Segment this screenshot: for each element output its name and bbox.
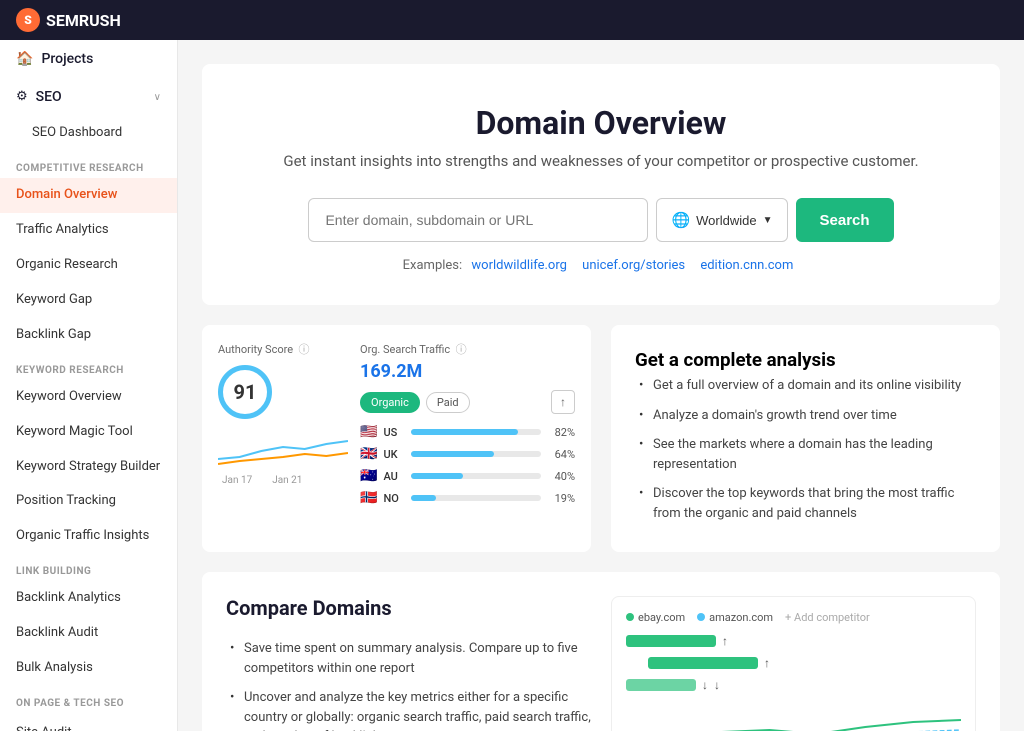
- tab-paid[interactable]: Paid: [426, 392, 470, 413]
- sidebar-cat-keyword: KEYWORD RESEARCH: [0, 353, 177, 380]
- sidebar-item-backlink-gap[interactable]: Backlink Gap: [0, 318, 177, 353]
- arrow-up-icon: ↑: [722, 634, 728, 648]
- logo-text: SEMRUSH: [46, 11, 121, 30]
- comp-row-2: ↑: [626, 656, 961, 670]
- seo-icon: ⚙: [16, 89, 28, 106]
- page-subtitle: Get instant insights into strengths and …: [242, 152, 960, 170]
- sidebar: 🏠 Projects ⚙ SEO ∨ SEO Dashboard COMPETI…: [0, 40, 178, 731]
- traffic-tab-row: Organic Paid ↑: [360, 390, 575, 414]
- domain-search-input[interactable]: [308, 198, 648, 242]
- authority-score-box: Authority Score ⓘ 91 Jan 17: [218, 341, 348, 512]
- date-labels: Jan 17 Jan 21: [218, 475, 348, 486]
- bullet-2: Analyze a domain's growth trend over tim…: [635, 401, 976, 431]
- sidebar-item-site-audit[interactable]: Site Audit ←: [0, 713, 177, 731]
- sidebar-item-keyword-magic[interactable]: Keyword Magic Tool: [0, 415, 177, 450]
- worldwide-dropdown[interactable]: 🌐 Worldwide ▼: [656, 198, 787, 242]
- domain-overview-card: Domain Overview Get instant insights int…: [202, 64, 1000, 305]
- features-section: Authority Score ⓘ 91 Jan 17: [202, 325, 1000, 552]
- sidebar-item-keyword-overview[interactable]: Keyword Overview: [0, 380, 177, 415]
- analysis-bullets: Get a full overview of a domain and its …: [635, 371, 976, 528]
- comp-row-3: ↓ ↓: [626, 678, 961, 692]
- arrow-up-icon-2: ↑: [764, 656, 770, 670]
- analysis-title: Get a complete analysis: [635, 349, 976, 371]
- logo-icon: S: [16, 8, 40, 32]
- compare-chart: [626, 702, 961, 731]
- bullet-4: Discover the top keywords that bring the…: [635, 479, 976, 528]
- arrow-down-icon: ↓: [702, 678, 708, 692]
- sidebar-item-organic-research[interactable]: Organic Research: [0, 248, 177, 283]
- compare-bullets: Save time spent on summary analysis. Com…: [226, 634, 591, 731]
- tab-organic[interactable]: Organic: [360, 392, 420, 413]
- widget-preview: Authority Score ⓘ 91 Jan 17: [202, 325, 591, 552]
- sidebar-item-traffic-analytics[interactable]: Traffic Analytics: [0, 213, 177, 248]
- org-traffic-label: Org. Search Traffic ⓘ: [360, 341, 575, 357]
- sidebar-item-organic-insights[interactable]: Organic Traffic Insights: [0, 519, 177, 554]
- comp-row-1: ↑: [626, 634, 961, 648]
- country-row-uk: 🇬🇧 UK 64%: [360, 446, 575, 462]
- logo: S SEMRUSH: [16, 8, 121, 32]
- authority-score-circle: 91: [218, 365, 272, 419]
- compare-title: Compare Domains: [226, 596, 591, 620]
- sidebar-cat-onpage: ON PAGE & TECH SEO: [0, 686, 177, 713]
- mini-chart-auth: [218, 429, 348, 469]
- compare-domains-section: Compare Domains Save time spent on summa…: [202, 572, 1000, 731]
- org-traffic-value: 169.2M: [360, 361, 575, 382]
- sidebar-item-projects[interactable]: 🏠 Projects: [0, 40, 177, 78]
- sidebar-cat-competitive: COMPETITIVE RESEARCH: [0, 151, 177, 178]
- content-area: Domain Overview Get instant insights int…: [178, 40, 1024, 731]
- country-row-no: 🇳🇴 NO 19%: [360, 490, 575, 506]
- compare-legend: ebay.com amazon.com + Add competitor: [626, 611, 961, 624]
- chevron-down-icon: ∨: [154, 91, 161, 104]
- example-link-1[interactable]: worldwildlife.org: [471, 258, 567, 273]
- bullet-3: See the markets where a domain has the l…: [635, 430, 976, 479]
- compare-bullet-2: Uncover and analyze the key metrics eith…: [226, 683, 591, 731]
- search-row: 🌐 Worldwide ▼ Search: [242, 198, 960, 242]
- widget-top: Authority Score ⓘ 91 Jan 17: [218, 341, 575, 512]
- compare-bullet-1: Save time spent on summary analysis. Com…: [226, 634, 591, 683]
- page-title: Domain Overview: [242, 104, 960, 142]
- bullet-1: Get a full overview of a domain and its …: [635, 371, 976, 401]
- compare-bar-rows: ↑ ↑ ↓ ↓: [626, 634, 961, 692]
- sidebar-item-keyword-strategy[interactable]: Keyword Strategy Builder: [0, 450, 177, 485]
- country-row-au: 🇦🇺 AU 40%: [360, 468, 575, 484]
- sidebar-item-keyword-gap[interactable]: Keyword Gap: [0, 283, 177, 318]
- sidebar-item-bulk-analysis[interactable]: Bulk Analysis: [0, 651, 177, 686]
- examples-row: Examples: worldwildlife.org unicef.org/s…: [242, 258, 960, 273]
- compare-text: Compare Domains Save time spent on summa…: [226, 596, 591, 731]
- sidebar-item-seo-dashboard[interactable]: SEO Dashboard: [0, 116, 177, 151]
- export-icon[interactable]: ↑: [551, 390, 575, 414]
- sidebar-item-position-tracking[interactable]: Position Tracking: [0, 484, 177, 519]
- arrow-down-icon-2: ↓: [714, 678, 720, 692]
- org-traffic-box: Org. Search Traffic ⓘ 169.2M Organic Pai…: [360, 341, 575, 512]
- sidebar-item-backlink-analytics[interactable]: Backlink Analytics: [0, 581, 177, 616]
- compare-preview: ebay.com amazon.com + Add competitor ↑: [611, 596, 976, 731]
- analysis-card: Get a complete analysis Get a full overv…: [611, 325, 1000, 552]
- example-link-2[interactable]: unicef.org/stories: [582, 258, 685, 273]
- sidebar-cat-link: LINK BUILDING: [0, 554, 177, 581]
- worldwide-label: Worldwide: [696, 213, 756, 228]
- example-link-3[interactable]: edition.cnn.com: [700, 258, 793, 273]
- chevron-icon: ▼: [763, 215, 773, 226]
- topbar: S SEMRUSH: [0, 0, 1024, 40]
- red-arrow-annotation: ←: [76, 722, 94, 731]
- sidebar-item-domain-overview[interactable]: Domain Overview: [0, 178, 177, 213]
- compare-two-col: Compare Domains Save time spent on summa…: [226, 596, 976, 731]
- search-button[interactable]: Search: [796, 198, 894, 242]
- auth-score-label: Authority Score ⓘ: [218, 341, 348, 357]
- country-row-us: 🇺🇸 US 82%: [360, 424, 575, 440]
- sidebar-item-seo[interactable]: ⚙ SEO ∨: [0, 78, 177, 116]
- sidebar-item-backlink-audit[interactable]: Backlink Audit: [0, 616, 177, 651]
- globe-icon: 🌐: [671, 211, 690, 229]
- home-icon: 🏠: [16, 50, 33, 68]
